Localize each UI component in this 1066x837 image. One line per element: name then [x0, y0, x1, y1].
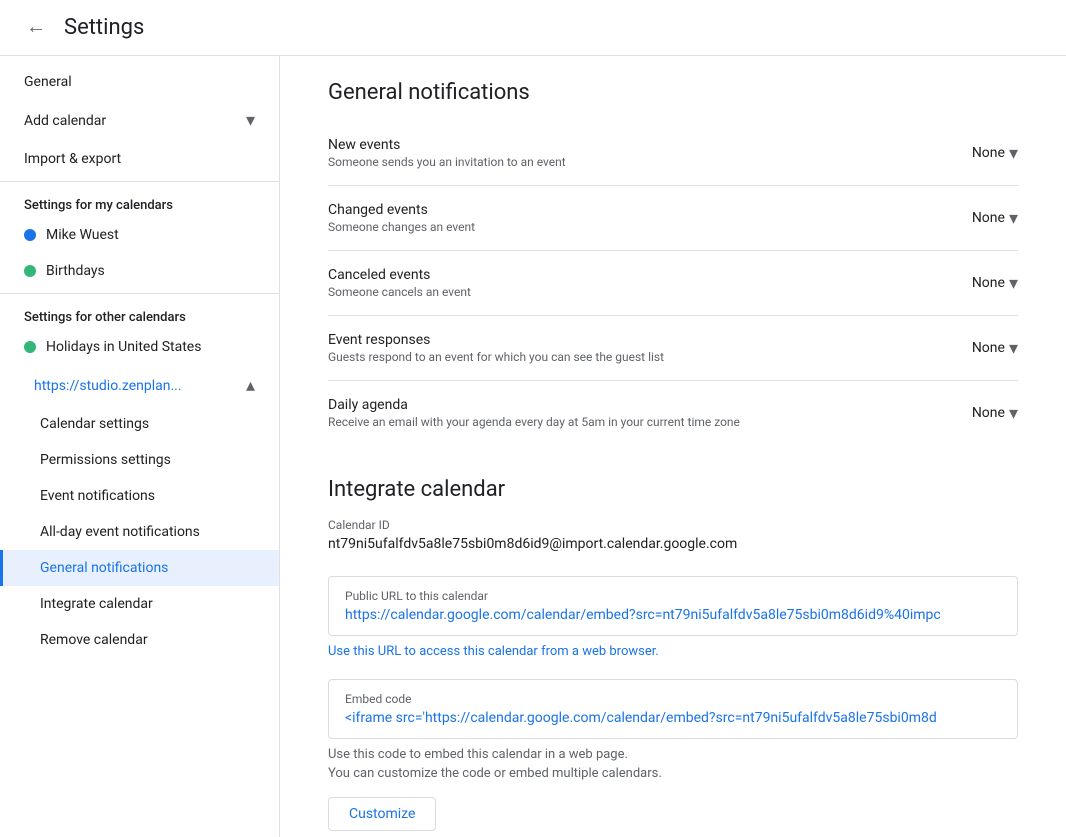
notif-label-new-events: New events: [328, 137, 566, 153]
notif-row-canceled-events: Canceled events Someone cancels an event…: [328, 251, 1018, 316]
main-layout: General Add calendar ▾ Import & export S…: [0, 56, 1066, 837]
notif-sublabel-daily-agenda: Receive an email with your agenda every …: [328, 415, 740, 429]
notif-dropdown-changed-events[interactable]: None ▾: [972, 208, 1018, 229]
calendar-id-value: nt79ni5ufalfdv5a8le75sbi0m8d6id9@import.…: [328, 536, 1018, 552]
notif-sublabel-canceled-events: Someone cancels an event: [328, 285, 471, 299]
notif-label-canceled-events: Canceled events: [328, 267, 471, 283]
sidebar-sub-event-notifications[interactable]: Event notifications: [0, 478, 279, 514]
chevron-down-icon: ▾: [1009, 143, 1018, 164]
calendar-dot-holidays: [24, 341, 36, 353]
page-title: Settings: [64, 15, 144, 40]
chevron-down-icon: ▾: [246, 110, 255, 131]
sidebar-item-zenplan[interactable]: https://studio.zenplan... ▴: [0, 365, 279, 406]
calendar-dot-mike: [24, 229, 36, 241]
url-hint: Use this URL to access this calendar fro…: [328, 644, 1018, 659]
notif-row-new-events: New events Someone sends you an invitati…: [328, 121, 1018, 186]
zenplan-label: https://studio.zenplan...: [34, 378, 182, 394]
embed-hint1: Use this code to embed this calendar in …: [328, 747, 1018, 762]
notif-dropdown-canceled-events[interactable]: None ▾: [972, 273, 1018, 294]
embed-hint2: You can customize the code or embed mult…: [328, 766, 1018, 781]
sidebar-item-add-calendar[interactable]: Add calendar ▾: [0, 100, 279, 141]
embed-code-box: Embed code <iframe src='https://calendar…: [328, 679, 1018, 739]
public-url-box: Public URL to this calendar https://cale…: [328, 576, 1018, 636]
top-bar: ← Settings: [0, 0, 1066, 56]
chevron-up-icon: ▴: [246, 375, 255, 396]
sidebar-sub-general-notifications[interactable]: General notifications: [0, 550, 279, 586]
sidebar: General Add calendar ▾ Import & export S…: [0, 56, 280, 837]
public-url-value[interactable]: https://calendar.google.com/calendar/emb…: [345, 607, 1001, 623]
calendar-id-label: Calendar ID: [328, 518, 1018, 532]
chevron-down-icon: ▾: [1009, 403, 1018, 424]
notif-label-changed-events: Changed events: [328, 202, 475, 218]
notifications-list: New events Someone sends you an invitati…: [328, 121, 1018, 445]
sidebar-sub-calendar-settings[interactable]: Calendar settings: [0, 406, 279, 442]
chevron-down-icon: ▾: [1009, 208, 1018, 229]
sidebar-item-holidays[interactable]: Holidays in United States: [0, 329, 279, 365]
chevron-down-icon: ▾: [1009, 338, 1018, 359]
calendar-dot-birthdays: [24, 265, 36, 277]
sidebar-sub-allday-notifications[interactable]: All-day event notifications: [0, 514, 279, 550]
back-button[interactable]: ←: [16, 8, 56, 48]
integrate-calendar-title: Integrate calendar: [328, 477, 1018, 502]
public-url-label: Public URL to this calendar: [345, 589, 1001, 603]
notif-sublabel-new-events: Someone sends you an invitation to an ev…: [328, 155, 566, 169]
sidebar-sub-remove-calendar[interactable]: Remove calendar: [0, 622, 279, 658]
general-notifications-title: General notifications: [328, 80, 1018, 105]
sidebar-item-import-export[interactable]: Import & export: [0, 141, 279, 177]
notif-label-event-responses: Event responses: [328, 332, 664, 348]
notif-row-event-responses: Event responses Guests respond to an eve…: [328, 316, 1018, 381]
embed-code-label: Embed code: [345, 692, 1001, 706]
notif-dropdown-daily-agenda[interactable]: None ▾: [972, 403, 1018, 424]
notif-dropdown-new-events[interactable]: None ▾: [972, 143, 1018, 164]
sidebar-sub-integrate-calendar[interactable]: Integrate calendar: [0, 586, 279, 622]
notif-sublabel-event-responses: Guests respond to an event for which you…: [328, 350, 664, 364]
sidebar-sub-permissions[interactable]: Permissions settings: [0, 442, 279, 478]
embed-code-value[interactable]: <iframe src='https://calendar.google.com…: [345, 710, 1001, 726]
customize-button[interactable]: Customize: [328, 797, 436, 831]
notif-row-daily-agenda: Daily agenda Receive an email with your …: [328, 381, 1018, 445]
other-calendars-section: Settings for other calendars: [0, 298, 279, 329]
integrate-section: Integrate calendar Calendar ID nt79ni5uf…: [328, 477, 1018, 831]
notif-label-daily-agenda: Daily agenda: [328, 397, 740, 413]
chevron-down-icon: ▾: [1009, 273, 1018, 294]
sidebar-divider-2: [0, 293, 279, 294]
my-calendars-section: Settings for my calendars: [0, 186, 279, 217]
sidebar-item-mike-wuest[interactable]: Mike Wuest: [0, 217, 279, 253]
notif-row-changed-events: Changed events Someone changes an event …: [328, 186, 1018, 251]
notif-sublabel-changed-events: Someone changes an event: [328, 220, 475, 234]
sidebar-item-birthdays[interactable]: Birthdays: [0, 253, 279, 289]
notif-dropdown-event-responses[interactable]: None ▾: [972, 338, 1018, 359]
content-area: General notifications New events Someone…: [280, 56, 1066, 837]
sidebar-item-general[interactable]: General: [0, 64, 279, 100]
sidebar-divider: [0, 181, 279, 182]
